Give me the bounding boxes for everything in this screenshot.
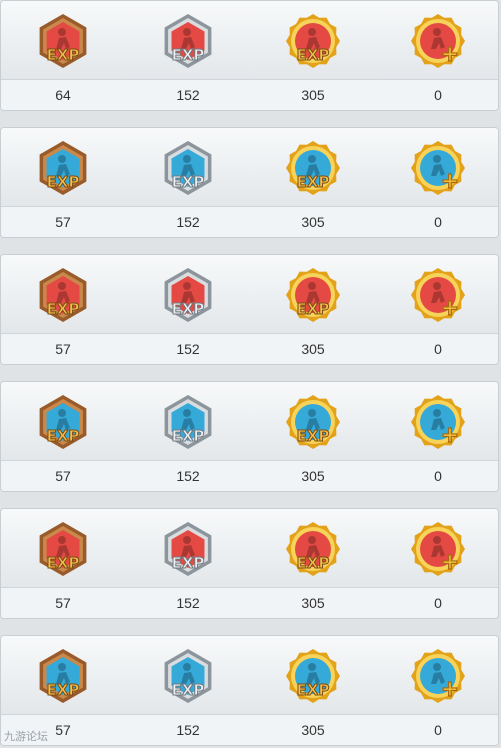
gold-exp-badge-icon: EXP [285,521,341,577]
plus-label: + [441,423,459,448]
bronze-exp-badge-icon: EXP [35,648,91,704]
badge-value: 305 [301,341,325,357]
exp-label: EXP [47,554,80,572]
bronze-exp-badge-icon: EXP [35,394,91,450]
badge-value: 152 [176,595,200,611]
badge-value: 64 [55,87,71,103]
gold-exp-badge-icon: EXP [285,648,341,704]
exp-label: EXP [297,46,330,64]
plus-label: + [441,42,459,67]
exp-label: EXP [297,300,330,318]
exp-label: EXP [47,300,80,318]
badge-value: 152 [176,341,200,357]
exp-label: EXP [297,173,330,191]
exp-label: EXP [172,173,205,191]
badge-value: 305 [301,722,325,738]
badge-row-card: EXP 57 EXP 152 EXP 305 +0 [0,508,499,619]
gold-plus-badge-icon: + [410,394,466,450]
plus-label: + [441,677,459,702]
badge-row-card: EXP 57 EXP 152 EXP 305 +0 [0,381,499,492]
badge-value: 305 [301,595,325,611]
gold-exp-badge-icon: EXP [285,13,341,69]
exp-label: EXP [172,681,205,699]
gold-plus-badge-icon: + [410,648,466,704]
badge-value: 57 [55,468,71,484]
gold-plus-badge-icon: + [410,521,466,577]
badge-row-card: EXP 64 EXP 152 EXP 305 +0 [0,0,499,111]
badge-row-card: EXP 57 EXP 152 EXP 305 +0 [0,254,499,365]
gold-exp-badge-icon: EXP [285,394,341,450]
badge-value: 0 [434,87,442,103]
badge-value: 57 [55,595,71,611]
bronze-exp-badge-icon: EXP [35,13,91,69]
exp-label: EXP [172,300,205,318]
silver-exp-badge-icon: EXP [160,140,216,196]
exp-label: EXP [297,554,330,572]
exp-label: EXP [47,681,80,699]
badge-value: 0 [434,468,442,484]
badge-value: 152 [176,87,200,103]
exp-label: EXP [297,681,330,699]
plus-label: + [441,169,459,194]
silver-exp-badge-icon: EXP [160,394,216,450]
bronze-exp-badge-icon: EXP [35,521,91,577]
gold-exp-badge-icon: EXP [285,140,341,196]
badge-value: 0 [434,722,442,738]
exp-label: EXP [47,173,80,191]
badge-value: 305 [301,468,325,484]
exp-label: EXP [47,46,80,64]
badge-value: 305 [301,87,325,103]
exp-label: EXP [297,427,330,445]
plus-label: + [441,550,459,575]
plus-label: + [441,296,459,321]
gold-plus-badge-icon: + [410,13,466,69]
silver-exp-badge-icon: EXP [160,521,216,577]
bronze-exp-badge-icon: EXP [35,267,91,323]
badge-value: 57 [55,214,71,230]
badge-value: 0 [434,214,442,230]
exp-label: EXP [172,427,205,445]
exp-label: EXP [47,427,80,445]
badge-value: 305 [301,214,325,230]
silver-exp-badge-icon: EXP [160,13,216,69]
gold-plus-badge-icon: + [410,140,466,196]
watermark: 九游论坛 [4,731,48,743]
gold-plus-badge-icon: + [410,267,466,323]
bronze-exp-badge-icon: EXP [35,140,91,196]
badge-value: 152 [176,722,200,738]
badge-value: 0 [434,341,442,357]
badge-row-card: EXP 57 EXP 152 EXP 305 +0 [0,635,499,746]
badge-value: 57 [55,341,71,357]
exp-label: EXP [172,46,205,64]
exp-label: EXP [172,554,205,572]
badge-value: 152 [176,468,200,484]
silver-exp-badge-icon: EXP [160,648,216,704]
badge-value: 152 [176,214,200,230]
gold-exp-badge-icon: EXP [285,267,341,323]
badge-value: 0 [434,595,442,611]
badge-row-card: EXP 57 EXP 152 EXP 305 +0 [0,127,499,238]
silver-exp-badge-icon: EXP [160,267,216,323]
